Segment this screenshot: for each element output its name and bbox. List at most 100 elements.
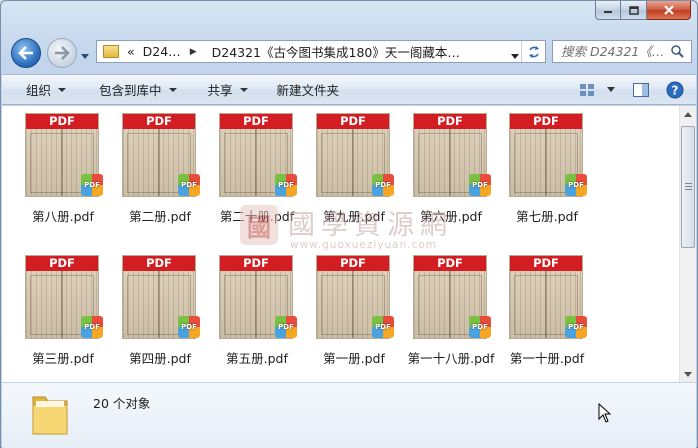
preview-pane-icon xyxy=(633,82,649,97)
file-name: 第五册.pdf xyxy=(226,351,288,366)
pdf-app-icon: PDF xyxy=(372,174,394,196)
file-item[interactable]: PDF PDF 第一十八册.pdf xyxy=(402,248,500,370)
view-options-dropdown[interactable] xyxy=(602,75,620,104)
pdf-banner: PDF xyxy=(123,114,195,129)
file-name: 第七册.pdf xyxy=(516,209,578,224)
pdf-app-icon: PDF xyxy=(81,316,103,338)
pdf-app-icon: PDF xyxy=(469,316,491,338)
svg-text:?: ? xyxy=(672,83,679,97)
chevron-down-icon xyxy=(607,87,615,92)
search-icon[interactable] xyxy=(671,45,684,58)
maximize-button[interactable] xyxy=(621,1,647,20)
pdf-app-icon: PDF xyxy=(275,174,297,196)
pdf-banner: PDF xyxy=(26,114,98,129)
change-view-button[interactable] xyxy=(572,75,602,104)
close-icon xyxy=(663,5,674,15)
thumb-grip xyxy=(685,186,692,187)
pdf-banner: PDF xyxy=(317,114,389,129)
forward-button[interactable] xyxy=(47,38,77,68)
refresh-icon xyxy=(528,45,539,58)
pdf-app-icon: PDF xyxy=(565,174,587,196)
recent-pages-dropdown[interactable] xyxy=(81,48,89,62)
thumb-grip xyxy=(685,183,692,184)
pdf-app-icon: PDF xyxy=(178,316,200,338)
breadcrumb-segment-1[interactable]: D24… xyxy=(143,44,181,59)
pdf-app-icon: PDF xyxy=(469,174,491,196)
help-icon: ? xyxy=(666,81,684,98)
file-name: 第九册.pdf xyxy=(323,209,385,224)
scroll-down-button[interactable] xyxy=(680,366,696,382)
share-menu[interactable]: 共享 xyxy=(190,75,261,104)
pdf-app-icon: PDF xyxy=(275,316,297,338)
file-list-view[interactable]: PDF PDF 第八册.pdf PDF PDF 第二册.pdf PDF PDF 第二十册.pdf… xyxy=(2,106,696,382)
pdf-banner: PDF xyxy=(414,256,486,271)
address-dropdown[interactable] xyxy=(511,48,519,62)
toolbar-right: ? xyxy=(572,75,696,104)
new-folder-label: 新建文件夹 xyxy=(276,83,340,98)
back-button[interactable] xyxy=(11,38,41,68)
chevron-down-icon xyxy=(81,54,89,59)
help-button[interactable]: ? xyxy=(660,75,690,104)
minimize-icon xyxy=(604,11,612,13)
pdf-badge-label: PDF xyxy=(84,323,100,331)
explorer-window: « D24… ▶ D24321《古今图书集成180》天一阁藏本… 组织 包含到库… xyxy=(0,0,698,448)
pdf-banner: PDF xyxy=(123,256,195,271)
breadcrumb-segment-2[interactable]: D24321《古今图书集成180》天一阁藏本… xyxy=(212,42,460,61)
pdf-banner: PDF xyxy=(220,114,292,129)
address-bar[interactable]: « D24… ▶ D24321《古今图书集成180》天一阁藏本… xyxy=(96,40,546,63)
pdf-badge-label: PDF xyxy=(568,323,584,331)
file-item[interactable]: PDF PDF 第九册.pdf xyxy=(305,106,403,228)
file-item[interactable]: PDF PDF 第五册.pdf xyxy=(208,248,306,370)
pdf-badge-label: PDF xyxy=(568,181,584,189)
file-item[interactable]: PDF PDF 第四册.pdf xyxy=(111,248,209,370)
scroll-up-button[interactable] xyxy=(680,106,696,122)
mouse-cursor-icon xyxy=(598,403,612,423)
file-item[interactable]: PDF PDF 第一册.pdf xyxy=(305,248,403,370)
file-item[interactable]: PDF PDF 第二册.pdf xyxy=(111,106,209,228)
file-name: 第一册.pdf xyxy=(323,351,385,366)
vertical-scrollbar[interactable] xyxy=(679,106,696,382)
pdf-app-icon: PDF xyxy=(81,174,103,196)
thumb-grip xyxy=(685,189,692,190)
file-item[interactable]: PDF PDF 第二十册.pdf xyxy=(208,106,306,228)
new-folder-button[interactable]: 新建文件夹 xyxy=(261,75,353,104)
breadcrumb-separator-icon[interactable]: ▶ xyxy=(190,47,197,57)
folder-icon xyxy=(32,396,68,435)
search-box[interactable] xyxy=(552,40,692,63)
chevron-down-icon xyxy=(511,54,519,59)
view-grid-icon xyxy=(580,83,594,96)
file-name: 第二册.pdf xyxy=(129,209,191,224)
include-in-library-menu[interactable]: 包含到库中 xyxy=(79,75,190,104)
file-name: 第四册.pdf xyxy=(129,351,191,366)
pdf-banner: PDF xyxy=(510,256,582,271)
include-in-library-label: 包含到库中 xyxy=(99,83,162,98)
pdf-banner: PDF xyxy=(510,114,582,129)
pdf-badge-label: PDF xyxy=(278,323,294,331)
file-item[interactable]: PDF PDF 第六册.pdf xyxy=(402,106,500,228)
pdf-banner: PDF xyxy=(26,256,98,271)
close-button[interactable] xyxy=(647,1,691,20)
pdf-badge-label: PDF xyxy=(375,323,391,331)
pdf-badge-label: PDF xyxy=(181,181,197,189)
pdf-badge-label: PDF xyxy=(278,181,294,189)
pdf-app-icon: PDF xyxy=(372,316,394,338)
minimize-button[interactable] xyxy=(595,1,621,20)
file-item[interactable]: PDF PDF 第一十册.pdf xyxy=(498,248,596,370)
file-name: 第二十册.pdf xyxy=(219,209,295,224)
details-pane: 20 个对象 xyxy=(2,382,696,448)
file-name: 第三册.pdf xyxy=(32,351,94,366)
pdf-banner: PDF xyxy=(317,256,389,271)
pdf-badge-label: PDF xyxy=(375,181,391,189)
arrow-right-icon xyxy=(55,46,70,60)
organize-menu[interactable]: 组织 xyxy=(2,75,79,104)
address-prefix[interactable]: « xyxy=(127,44,135,59)
file-item[interactable]: PDF PDF 第三册.pdf xyxy=(14,248,112,370)
file-item[interactable]: PDF PDF 第七册.pdf xyxy=(498,106,596,228)
organize-label: 组织 xyxy=(26,83,52,98)
preview-pane-button[interactable] xyxy=(626,75,656,104)
refresh-button[interactable] xyxy=(521,41,545,62)
scrollbar-thumb[interactable] xyxy=(681,126,695,248)
search-input[interactable] xyxy=(553,44,669,59)
file-item[interactable]: PDF PDF 第八册.pdf xyxy=(14,106,112,228)
folder-icon xyxy=(103,45,119,58)
